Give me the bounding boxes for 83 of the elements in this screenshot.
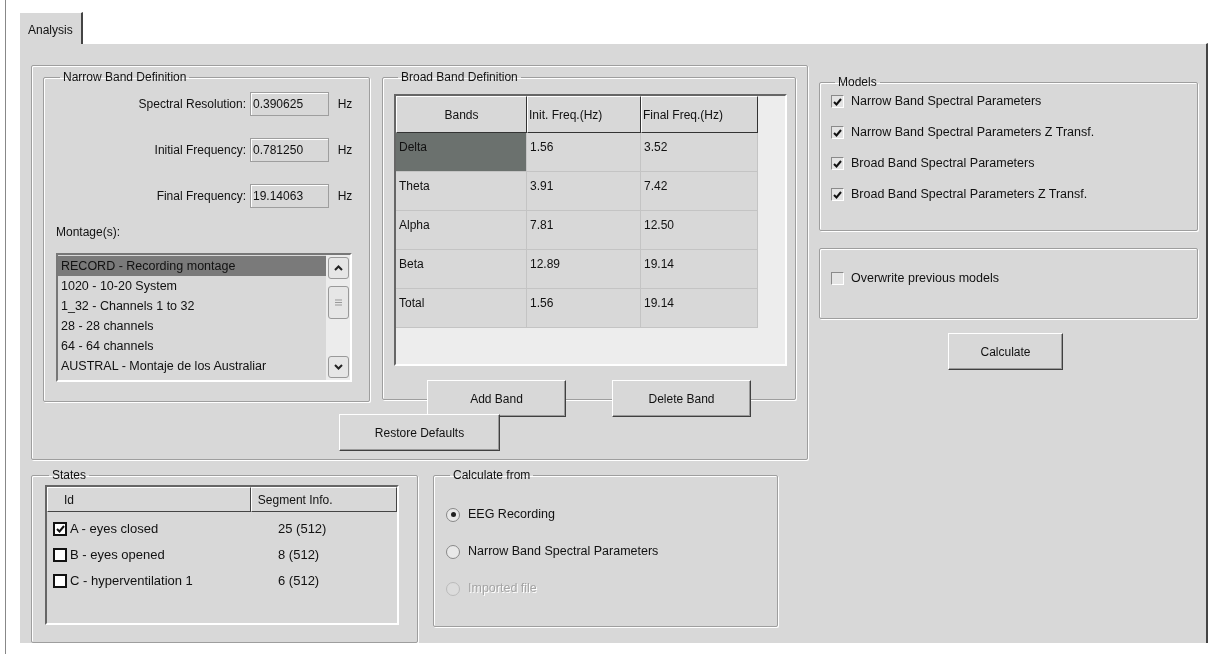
table-cell[interactable]: 7.81 xyxy=(527,211,641,250)
check-icon xyxy=(833,159,842,168)
check-icon xyxy=(833,190,842,199)
list-box[interactable]: RECORD - Recording montage 1020 - 10-20 System 1_32 - Channels 1 to 32 28 - 28 channels 64 - 64 channels AUSTRAL - Montaje de los Australiar xyxy=(56,253,352,382)
grip-icon xyxy=(334,299,342,306)
group-title: Models xyxy=(837,74,878,91)
text-field[interactable]: 0.781250 xyxy=(250,138,329,162)
table-cell[interactable]: 19.14 xyxy=(641,289,758,328)
group-title: States xyxy=(51,467,88,484)
list-item[interactable]: 28 - 28 channels xyxy=(58,316,326,336)
column-header[interactable]: Init. Freq.(Hz) xyxy=(527,96,641,133)
table-cell[interactable]: Alpha xyxy=(396,211,527,250)
group-title: Calculate from xyxy=(452,467,532,484)
radio-button[interactable] xyxy=(446,507,460,522)
push-button[interactable]: Restore Defaults xyxy=(339,414,500,451)
check-icon xyxy=(833,128,842,137)
scrollbar[interactable] xyxy=(326,255,350,380)
table-cell[interactable]: 12.89 xyxy=(527,250,641,289)
list-item[interactable]: 1020 - 10-20 System xyxy=(58,276,326,296)
radio-button[interactable] xyxy=(446,544,460,559)
checkbox-label: Broad Band Spectral Parameters Z Transf. xyxy=(851,186,1088,204)
scroll-down-button[interactable] xyxy=(327,356,349,378)
table-cell[interactable]: Theta xyxy=(396,172,527,211)
list-item[interactable]: C - hyperventilation 1 xyxy=(70,571,278,591)
unit-label: Hz xyxy=(336,96,354,113)
list-cell-text: 25 (512) xyxy=(278,520,327,539)
checkbox[interactable] xyxy=(831,272,844,285)
list-cell-text: 6 (512) xyxy=(278,572,320,591)
checkbox[interactable] xyxy=(53,548,67,562)
group-title: Broad Band Definition xyxy=(400,69,519,86)
column-header[interactable]: Final Freq.(Hz) xyxy=(641,96,758,133)
list-item[interactable]: 64 - 64 channels xyxy=(58,336,326,356)
list-cell-text: 8 (512) xyxy=(278,546,320,565)
table-cell[interactable]: 12.50 xyxy=(641,211,758,250)
list-item[interactable]: RECORD - Recording montage xyxy=(58,256,326,276)
caret-down-icon xyxy=(333,364,343,370)
text-field[interactable]: 19.14063 xyxy=(250,184,329,208)
column-header[interactable]: Segment Info. xyxy=(250,487,397,512)
table-cell[interactable]: 19.14 xyxy=(641,250,758,289)
check-icon xyxy=(833,97,842,106)
table-cell[interactable]: Total xyxy=(396,289,527,328)
checkbox-label: Narrow Band Spectral Parameters Z Transf. xyxy=(851,124,1095,142)
field-label: Spectral Resolution: xyxy=(138,96,246,113)
checkbox-label: Narrow Band Spectral Parameters xyxy=(851,93,1042,111)
column-header[interactable]: Id xyxy=(47,487,251,512)
radio-label: Narrow Band Spectral Parameters xyxy=(468,543,659,561)
checkbox[interactable] xyxy=(831,157,844,170)
table-cell[interactable]: 3.91 xyxy=(527,172,641,211)
list-item[interactable]: B - eyes opened xyxy=(70,545,278,565)
push-button[interactable]: Delete Band xyxy=(612,380,751,417)
checkbox[interactable] xyxy=(53,522,67,536)
group-title: Narrow Band Definition xyxy=(62,69,188,86)
list-label: Montage(s): xyxy=(56,224,122,241)
list-view[interactable]: Id Segment Info. A - eyes closed 25 (512) B - eyes opened 8 (512) C - hyperventilation 1 6 (512) xyxy=(45,485,399,625)
caret-up-icon xyxy=(333,265,343,271)
table-cell[interactable]: Delta xyxy=(396,133,527,172)
unit-label: Hz xyxy=(336,142,354,159)
checkbox[interactable] xyxy=(53,574,67,588)
unit-label: Hz xyxy=(336,188,354,205)
scroll-up-button[interactable] xyxy=(327,257,349,279)
table-cell[interactable]: Beta xyxy=(396,250,527,289)
table-cell[interactable]: 3.52 xyxy=(641,133,758,172)
field-label: Initial Frequency: xyxy=(154,142,246,159)
checkbox-label: Broad Band Spectral Parameters xyxy=(851,155,1035,173)
checkbox[interactable] xyxy=(831,188,844,201)
check-icon xyxy=(55,525,65,533)
checkbox[interactable] xyxy=(831,126,844,139)
push-button[interactable]: Calculate xyxy=(948,333,1063,370)
list-item[interactable]: 1_32 - Channels 1 to 32 xyxy=(58,296,326,316)
table-cell[interactable]: 7.42 xyxy=(641,172,758,211)
list-item[interactable]: A - eyes closed xyxy=(70,519,278,539)
table-cell[interactable]: 1.56 xyxy=(527,133,641,172)
list-item[interactable]: AUSTRAL - Montaje de los Australiar xyxy=(58,356,326,376)
table-cell[interactable]: 1.56 xyxy=(527,289,641,328)
radio-label: EEG Recording xyxy=(468,506,555,524)
push-button[interactable]: Add Band xyxy=(427,380,566,417)
checkbox[interactable] xyxy=(831,95,844,108)
checkbox-label: Overwrite previous models xyxy=(851,270,999,288)
text-field[interactable]: 0.390625 xyxy=(250,92,329,116)
field-label: Final Frequency: xyxy=(156,188,246,205)
column-header[interactable]: Bands xyxy=(396,96,527,133)
tab[interactable]: Analysis xyxy=(19,12,83,44)
scrollbar-thumb[interactable] xyxy=(327,286,349,319)
